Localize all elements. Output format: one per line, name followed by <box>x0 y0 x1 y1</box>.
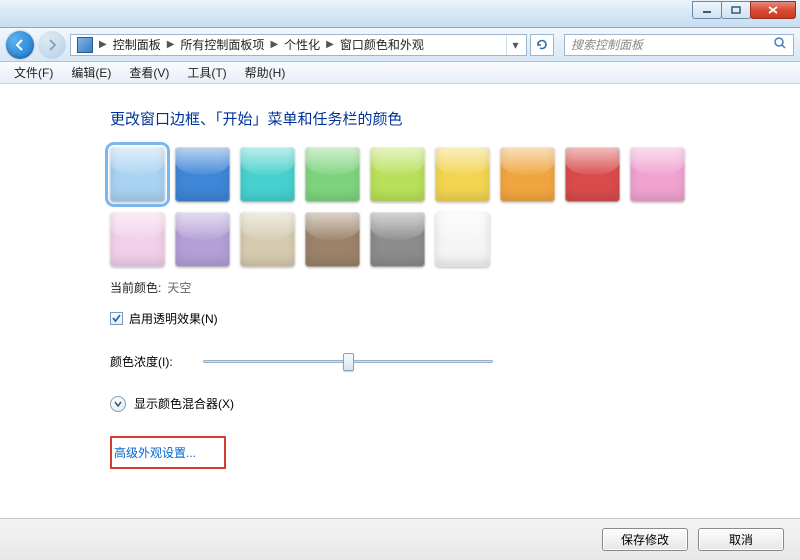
color-swatch[interactable] <box>370 147 425 202</box>
color-swatch[interactable] <box>435 212 490 267</box>
intensity-label: 颜色浓度(I): <box>110 353 173 370</box>
menu-file[interactable]: 文件(F) <box>6 62 61 83</box>
address-dropdown[interactable]: ▾ <box>506 35 524 55</box>
save-button[interactable]: 保存修改 <box>602 528 688 551</box>
maximize-icon <box>731 6 741 14</box>
close-button[interactable] <box>750 1 796 19</box>
color-swatch[interactable] <box>240 147 295 202</box>
mixer-expander[interactable] <box>110 396 126 412</box>
breadcrumb[interactable]: 所有控制面板项 <box>176 35 268 55</box>
chevron-right-icon: ▶ <box>97 39 109 50</box>
checkmark-icon <box>111 313 122 324</box>
content-area: 更改窗口边框、「开始」菜单和任务栏的颜色 当前颜色: 天空 启用透明效果(N) … <box>0 84 800 469</box>
color-swatch[interactable] <box>175 212 230 267</box>
color-swatch[interactable] <box>370 212 425 267</box>
slider-thumb[interactable] <box>343 353 354 371</box>
menu-edit[interactable]: 编辑(E) <box>63 62 119 83</box>
search-input[interactable] <box>571 38 773 52</box>
intensity-row: 颜色浓度(I): <box>110 351 800 371</box>
transparency-label: 启用透明效果(N) <box>129 310 218 327</box>
color-swatch[interactable] <box>305 147 360 202</box>
search-icon <box>773 36 787 53</box>
back-button[interactable] <box>6 31 34 59</box>
transparency-row: 启用透明效果(N) <box>110 310 800 327</box>
search-box[interactable] <box>564 34 794 56</box>
color-swatch[interactable] <box>305 212 360 267</box>
color-swatch-grid <box>110 147 690 267</box>
breadcrumb[interactable]: 控制面板 <box>109 35 165 55</box>
breadcrumb[interactable]: 窗口颜色和外观 <box>336 35 428 55</box>
forward-button[interactable] <box>38 31 66 59</box>
refresh-button[interactable] <box>530 34 554 56</box>
control-panel-icon <box>77 37 93 53</box>
chevron-right-icon: ▶ <box>165 39 177 50</box>
window-buttons <box>693 1 796 19</box>
color-swatch[interactable] <box>630 147 685 202</box>
chevron-right-icon: ▶ <box>268 39 280 50</box>
chevron-right-icon: ▶ <box>324 39 336 50</box>
current-color-label: 当前颜色: <box>110 279 161 296</box>
arrow-right-icon <box>45 38 59 52</box>
menu-tools[interactable]: 工具(T) <box>179 62 234 83</box>
color-swatch[interactable] <box>110 212 165 267</box>
maximize-button[interactable] <box>721 1 751 19</box>
advanced-link-highlight: 高级外观设置... <box>110 436 226 469</box>
color-swatch[interactable] <box>500 147 555 202</box>
menu-help[interactable]: 帮助(H) <box>237 62 294 83</box>
color-swatch[interactable] <box>175 147 230 202</box>
transparency-checkbox[interactable] <box>110 312 123 325</box>
window-titlebar <box>0 0 800 28</box>
address-bar[interactable]: ▶ 控制面板 ▶ 所有控制面板项 ▶ 个性化 ▶ 窗口颜色和外观 ▾ <box>70 34 527 56</box>
mixer-row: 显示颜色混合器(X) <box>110 395 800 412</box>
intensity-slider[interactable] <box>203 351 493 371</box>
color-swatch[interactable] <box>240 212 295 267</box>
navigation-bar: ▶ 控制面板 ▶ 所有控制面板项 ▶ 个性化 ▶ 窗口颜色和外观 ▾ <box>0 28 800 62</box>
advanced-settings-link[interactable]: 高级外观设置... <box>114 446 196 460</box>
color-swatch[interactable] <box>565 147 620 202</box>
breadcrumb[interactable]: 个性化 <box>280 35 324 55</box>
arrow-left-icon <box>13 38 27 52</box>
color-swatch[interactable] <box>110 147 165 202</box>
cancel-button[interactable]: 取消 <box>698 528 784 551</box>
footer-bar: 保存修改 取消 <box>0 518 800 560</box>
current-color-value: 天空 <box>167 279 191 296</box>
menu-view[interactable]: 查看(V) <box>121 62 177 83</box>
minimize-icon <box>702 6 712 14</box>
menu-bar: 文件(F) 编辑(E) 查看(V) 工具(T) 帮助(H) <box>0 62 800 84</box>
close-icon <box>768 6 778 14</box>
minimize-button[interactable] <box>692 1 722 19</box>
page-title: 更改窗口边框、「开始」菜单和任务栏的颜色 <box>110 108 800 129</box>
refresh-icon <box>535 38 549 52</box>
mixer-label: 显示颜色混合器(X) <box>134 395 234 412</box>
color-swatch[interactable] <box>435 147 490 202</box>
chevron-down-icon <box>114 400 122 408</box>
current-color-row: 当前颜色: 天空 <box>110 279 800 296</box>
